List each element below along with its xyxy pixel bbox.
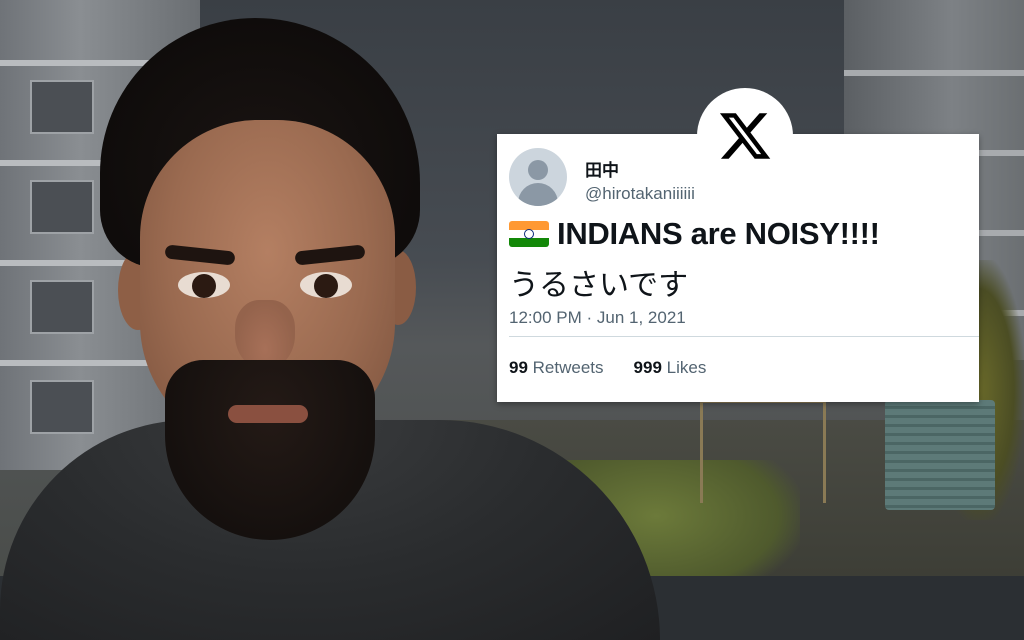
tweet-headline: INDIANS are NOISY!!!! bbox=[509, 216, 880, 252]
tweet-japanese-text: うるさいです bbox=[509, 268, 689, 303]
divider bbox=[509, 336, 979, 337]
india-flag-icon bbox=[509, 221, 549, 247]
retweets-count: 99 bbox=[509, 358, 528, 377]
user-handle: @hirotakaniiiiii bbox=[585, 184, 695, 203]
display-name: 田中 bbox=[585, 161, 619, 180]
retweets-stat: 99 Retweets bbox=[509, 358, 604, 378]
tweet-timestamp: 12:00 PM · Jun 1, 2021 bbox=[509, 308, 686, 327]
retweets-label: Retweets bbox=[532, 358, 604, 377]
mouth bbox=[228, 405, 308, 423]
headline-text: INDIANS are NOISY!!!! bbox=[557, 216, 880, 251]
x-logo-badge bbox=[697, 88, 793, 184]
playground-frame bbox=[700, 400, 826, 503]
likes-label: Likes bbox=[666, 358, 707, 377]
left-eye bbox=[178, 272, 230, 298]
right-eye bbox=[300, 272, 352, 298]
likes-stat: 999 Likes bbox=[634, 358, 707, 378]
x-logo-icon bbox=[719, 113, 771, 159]
default-avatar-icon bbox=[509, 148, 567, 206]
likes-count: 999 bbox=[633, 358, 662, 377]
tweet-stats: 99 Retweets 999 Likes bbox=[509, 358, 706, 378]
storage-shed bbox=[885, 400, 995, 510]
